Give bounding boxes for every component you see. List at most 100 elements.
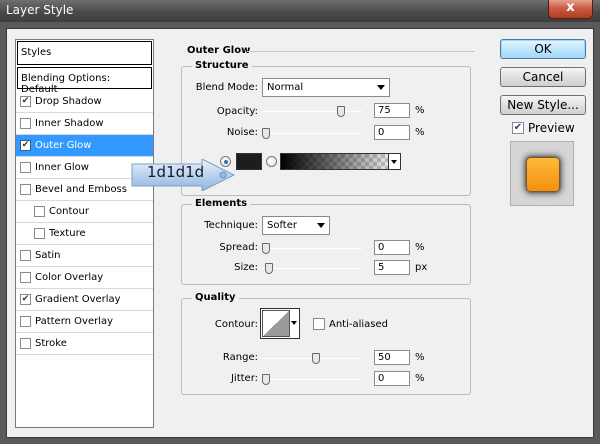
anti-aliased-label: Anti-aliased [329,319,389,330]
style-item-label: Stroke [35,338,67,349]
style-item-color-overlay[interactable]: Color Overlay [16,267,153,289]
jitter-slider-handle[interactable] [262,374,270,385]
style-items: ✔ Drop Shadow Inner Shadow ✔ Outer Glow Inner… [16,91,153,355]
jitter-input[interactable]: 0 [374,371,410,386]
style-item-label: Contour [49,206,89,217]
style-item-gradient-overlay[interactable]: ✔ Gradient Overlay [16,289,153,311]
quality-group: Quality Contour: Anti-aliased Range: 50 … [181,292,471,395]
chevron-down-icon[interactable] [388,154,400,169]
style-checkbox[interactable] [20,118,31,129]
style-item-label: Texture [49,228,86,239]
style-item-label: Color Overlay [35,272,104,283]
style-item-label: Gradient Overlay [35,294,121,305]
spread-slider-handle[interactable] [262,243,270,254]
spread-unit: % [415,242,425,253]
anti-aliased-checkbox[interactable] [313,318,325,330]
title-divider [247,51,475,52]
style-checkbox[interactable] [20,184,31,195]
style-checkbox[interactable] [34,228,45,239]
range-slider-handle[interactable] [312,353,320,364]
style-item-inner-shadow[interactable]: Inner Shadow [16,113,153,135]
spread-label: Spread: [219,242,258,253]
spread-slider[interactable] [262,243,362,254]
opacity-input[interactable]: 75 [374,103,410,118]
preview-checkbox[interactable]: ✔ [512,122,524,134]
blend-mode-dropdown[interactable]: Normal [262,78,390,97]
window-frame: Styles Blending Options: Default ✔ Drop S… [0,22,600,444]
range-slider[interactable] [262,353,362,364]
style-item-label: Inner Glow [35,162,89,173]
jitter-unit: % [415,373,425,384]
color-callout: 1d1d1d [130,159,238,191]
styles-list: Styles Blending Options: Default ✔ Drop S… [15,39,154,428]
opacity-slider[interactable] [262,106,362,117]
opacity-label: Opacity: [216,106,258,117]
noise-slider[interactable] [262,128,362,139]
blend-mode-value: Normal [267,82,304,93]
blend-mode-label: Blend Mode: [195,82,258,93]
size-unit: px [415,262,428,273]
style-item-label: Satin [35,250,61,261]
chevron-down-icon [317,223,325,228]
style-item-label: Outer Glow [35,140,92,151]
styles-header[interactable]: Styles [17,41,152,65]
technique-label: Technique: [204,220,258,231]
dialog-body: Styles Blending Options: Default ✔ Drop S… [6,28,594,438]
contour-label: Contour: [214,319,258,330]
new-style-button[interactable]: New Style... [500,95,586,115]
close-button[interactable]: x [548,0,593,19]
jitter-label: Jitter: [230,373,258,384]
title-bar: Layer Style x [0,0,600,22]
noise-unit: % [415,127,425,138]
contour-picker[interactable] [260,308,300,339]
style-checkbox[interactable] [34,206,45,217]
elements-title: Elements [192,198,251,209]
style-checkbox[interactable] [20,272,31,283]
style-checkbox[interactable]: ✔ [20,294,31,305]
noise-slider-handle[interactable] [262,128,270,139]
style-item-label: Drop Shadow [35,96,102,107]
size-slider[interactable] [262,263,362,274]
style-checkbox[interactable]: ✔ [20,96,31,107]
technique-dropdown[interactable]: Softer [262,216,330,235]
ok-button[interactable]: OK [500,39,586,59]
blending-options-item[interactable]: Blending Options: Default [17,67,152,95]
noise-input[interactable]: 0 [374,125,410,140]
spread-input[interactable]: 0 [374,240,410,255]
style-item-pattern-overlay[interactable]: Pattern Overlay [16,311,153,333]
style-preview [510,141,574,206]
style-checkbox[interactable] [20,162,31,173]
outer-glow-title: Outer Glow [187,45,251,56]
range-input[interactable]: 50 [374,350,410,365]
contour-curve-icon [262,310,290,337]
style-checkbox[interactable] [20,338,31,349]
style-item-stroke[interactable]: Stroke [16,333,153,355]
cancel-button[interactable]: Cancel [500,67,586,87]
style-item-texture[interactable]: Texture [16,223,153,245]
noise-label: Noise: [226,127,258,138]
style-checkbox[interactable] [20,250,31,261]
technique-value: Softer [267,220,297,231]
style-item-satin[interactable]: Satin [16,245,153,267]
opacity-slider-handle[interactable] [337,106,345,117]
callout-text: 1d1d1d [147,163,205,181]
jitter-slider[interactable] [262,374,362,385]
chevron-down-icon[interactable] [291,321,297,325]
style-checkbox[interactable] [20,316,31,327]
style-item-outer-glow[interactable]: ✔ Outer Glow [16,135,153,157]
style-item-contour[interactable]: Contour [16,201,153,223]
glow-color-swatch[interactable] [236,153,262,170]
glow-gradient-picker[interactable] [280,153,401,170]
style-checkbox[interactable]: ✔ [20,140,31,151]
preview-swatch [527,158,559,191]
range-unit: % [415,352,425,363]
size-input[interactable]: 5 [374,260,410,275]
style-item-label: Pattern Overlay [35,316,114,327]
size-slider-handle[interactable] [265,263,273,274]
chevron-down-icon [377,85,385,90]
structure-title: Structure [192,60,252,71]
style-item-label: Inner Shadow [35,118,104,129]
preview-label: Preview [528,121,575,135]
style-item-label: Bevel and Emboss [35,184,127,195]
gradient-radio[interactable] [266,156,277,167]
